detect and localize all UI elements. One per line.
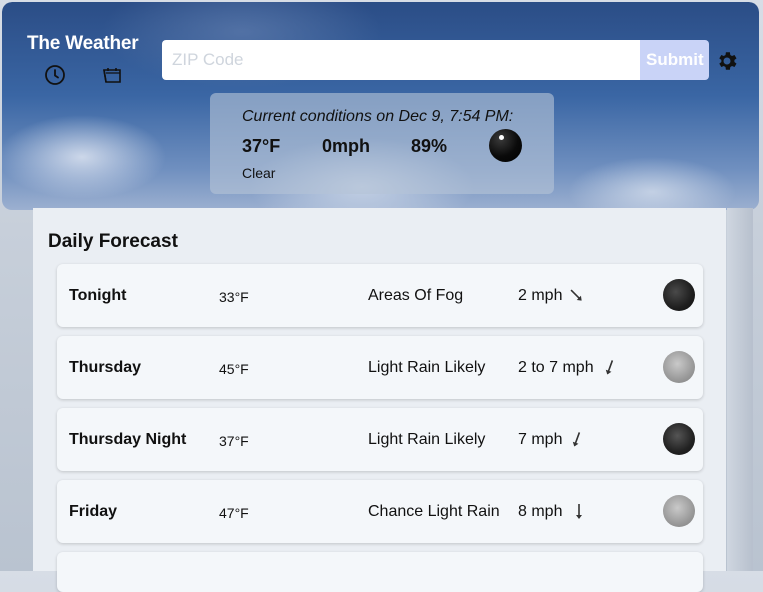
- rain-icon: [663, 495, 695, 527]
- forecast-wind: 2 to 7 mph: [518, 359, 594, 376]
- current-wind: 0mph: [322, 136, 371, 156]
- moon-icon: [489, 129, 522, 162]
- forecast-day-name: Thursday Night: [69, 431, 187, 448]
- forecast-day-name: Tonight: [69, 287, 127, 304]
- zip-code-input[interactable]: [162, 40, 640, 80]
- gear-icon[interactable]: [715, 49, 739, 73]
- clock-icon[interactable]: [43, 63, 67, 87]
- forecast-row[interactable]: Tonight 33°F Areas Of Fog 2 mph: [57, 264, 703, 327]
- forecast-day-name: Friday: [69, 503, 118, 520]
- forecast-day-name: Thursday: [69, 359, 142, 376]
- rain-night-icon: [663, 423, 695, 455]
- header-banner: The Weather Submit Current conditions on…: [2, 2, 759, 210]
- current-conditions-card: Current conditions on Dec 9, 7:54 PM: 37…: [210, 93, 554, 194]
- forecast-temp: 47°F: [219, 505, 249, 521]
- forecast-wind: 2 mph: [518, 287, 563, 304]
- forecast-description: Chance Light Rain: [368, 503, 500, 520]
- wind-direction-arrow-icon: [605, 360, 614, 375]
- forecast-description: Areas Of Fog: [368, 287, 464, 304]
- wind-direction-arrow-icon: [572, 432, 581, 447]
- forecast-row[interactable]: Thursday Night 37°F Light Rain Likely 7 …: [57, 408, 703, 471]
- wind-direction-arrow-icon: [570, 289, 582, 301]
- forecast-temp: 33°F: [219, 289, 249, 305]
- calendar-icon[interactable]: [100, 63, 124, 87]
- forecast-row[interactable]: Thursday 45°F Light Rain Likely 2 to 7 m…: [57, 336, 703, 399]
- rain-icon: [663, 351, 695, 383]
- wind-direction-arrow-icon: [576, 504, 582, 519]
- forecast-row-partial[interactable]: [57, 552, 703, 592]
- submit-button[interactable]: Submit: [640, 40, 709, 80]
- forecast-wind: 8 mph: [518, 503, 563, 520]
- forecast-title: Daily Forecast: [48, 231, 178, 252]
- scrollbar-track[interactable]: [727, 208, 753, 571]
- app-title: The Weather: [27, 33, 139, 54]
- current-conditions-title: Current conditions on Dec 9, 7:54 PM:: [242, 108, 514, 125]
- forecast-row[interactable]: Friday 47°F Chance Light Rain 8 mph: [57, 480, 703, 543]
- forecast-wind: 7 mph: [518, 431, 563, 448]
- forecast-temp: 45°F: [219, 361, 249, 377]
- fog-night-icon: [663, 279, 695, 311]
- forecast-description: Light Rain Likely: [368, 359, 486, 376]
- current-temperature: 37°F: [242, 136, 281, 156]
- current-description: Clear: [242, 165, 276, 181]
- forecast-description: Light Rain Likely: [368, 431, 486, 448]
- forecast-temp: 37°F: [219, 433, 249, 449]
- current-humidity: 89%: [411, 136, 448, 156]
